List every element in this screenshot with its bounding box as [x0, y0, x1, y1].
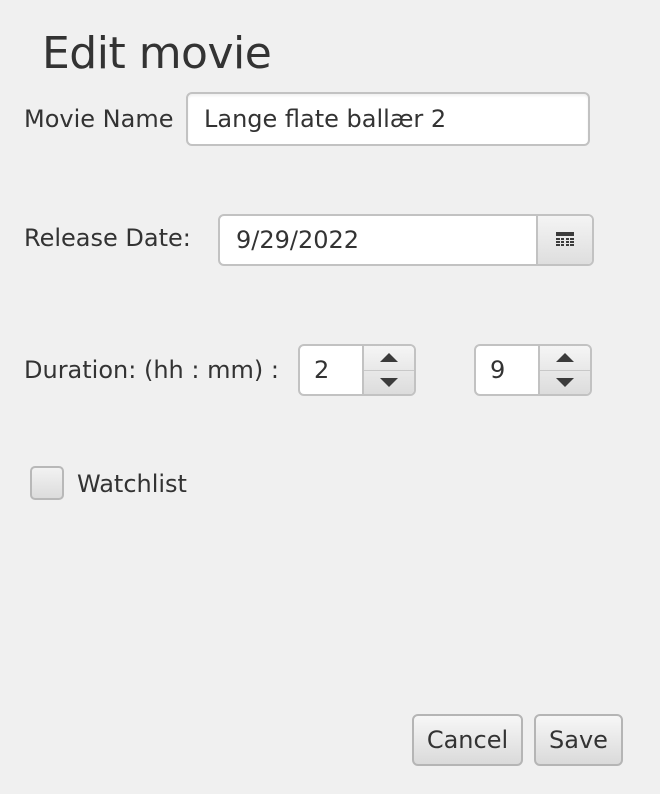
movie-name-input[interactable]: Lange flate ballær 2	[186, 92, 590, 146]
minutes-spinner: 9	[474, 344, 592, 396]
hours-increment-button[interactable]	[364, 346, 414, 370]
arrow-up-icon	[556, 353, 574, 363]
arrow-down-icon	[380, 377, 398, 387]
hours-decrement-button[interactable]	[364, 369, 414, 395]
save-button[interactable]: Save	[534, 714, 623, 766]
minutes-input[interactable]: 9	[476, 346, 538, 394]
hours-spinner-arrows	[362, 346, 414, 394]
arrow-up-icon	[380, 353, 398, 363]
cancel-button[interactable]: Cancel	[412, 714, 523, 766]
movie-name-label: Movie Name	[24, 105, 174, 133]
minutes-decrement-button[interactable]	[540, 369, 590, 395]
minutes-increment-button[interactable]	[540, 346, 590, 370]
duration-label: Duration: (hh : mm) :	[24, 356, 279, 384]
minutes-spinner-arrows	[538, 346, 590, 394]
watchlist-checkbox[interactable]	[30, 466, 64, 500]
release-date-input[interactable]: 9/29/2022	[220, 216, 536, 264]
hours-input[interactable]: 2	[300, 346, 362, 394]
watchlist-label[interactable]: Watchlist	[77, 469, 187, 499]
release-date-label: Release Date:	[24, 224, 191, 252]
release-date-picker: 9/29/2022	[218, 214, 594, 266]
calendar-icon	[556, 232, 574, 246]
arrow-down-icon	[556, 377, 574, 387]
calendar-button[interactable]	[536, 216, 592, 264]
dialog-title: Edit movie	[42, 28, 272, 79]
hours-spinner: 2	[298, 344, 416, 396]
